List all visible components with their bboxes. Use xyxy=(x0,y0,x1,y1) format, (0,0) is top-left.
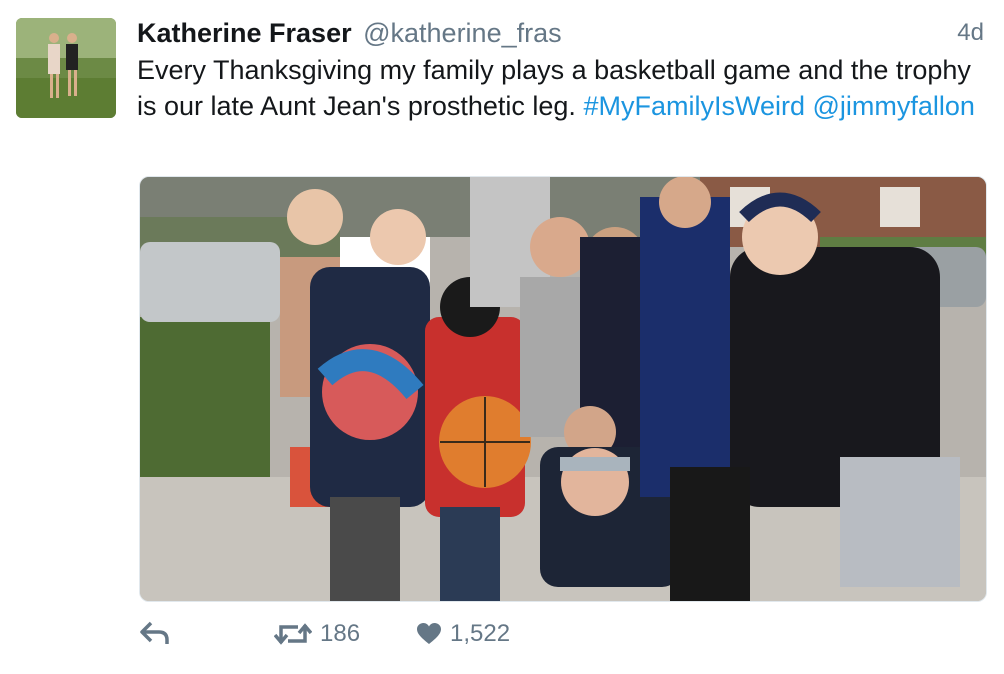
author-name[interactable]: Katherine Fraser xyxy=(137,18,352,48)
like-count: 1,522 xyxy=(450,620,511,647)
hashtag-link[interactable]: #MyFamilyIsWeird xyxy=(583,91,805,121)
retweet-button[interactable]: 186 xyxy=(274,620,360,648)
mention-link[interactable]: @jimmyfallon xyxy=(812,91,974,121)
retweet-icon xyxy=(274,623,312,645)
tweet-text: Every Thanksgiving my family plays a bas… xyxy=(137,52,987,124)
group-photo-image xyxy=(140,177,986,601)
heart-icon xyxy=(417,623,441,644)
avatar[interactable] xyxy=(16,18,116,118)
tweet-timestamp[interactable]: 4d xyxy=(957,19,984,47)
author-handle[interactable]: @katherine_fras xyxy=(363,18,562,48)
tweet-photo[interactable] xyxy=(139,176,987,602)
avatar-image xyxy=(16,18,116,118)
retweet-count: 186 xyxy=(320,620,361,647)
reply-icon xyxy=(140,621,169,644)
tweet-header: Katherine Fraser @katherine_fras xyxy=(137,16,562,50)
like-button[interactable]: 1,522 xyxy=(416,620,510,648)
reply-button[interactable] xyxy=(140,620,170,646)
